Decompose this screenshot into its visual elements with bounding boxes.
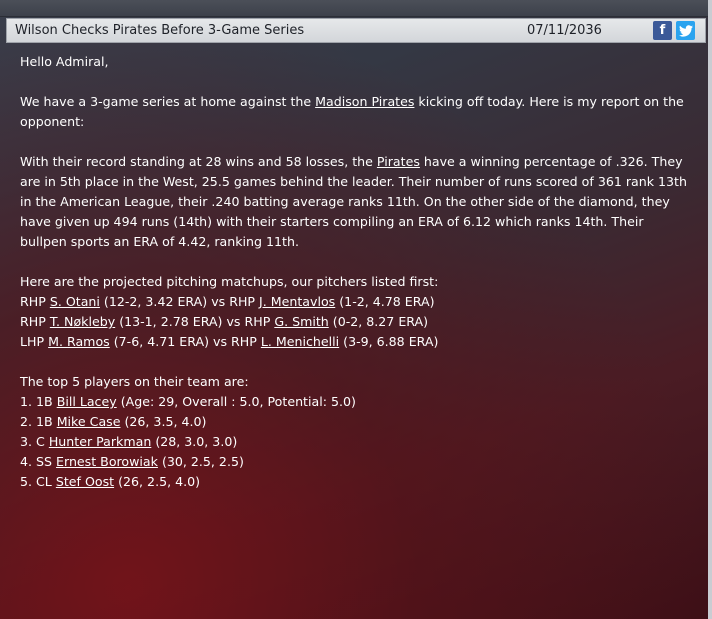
player-rank-position: 5. CL [20, 474, 52, 489]
our-pitcher-hand: LHP [20, 334, 45, 349]
their-pitcher-link[interactable]: L. Menichelli [261, 334, 339, 349]
player-link[interactable]: Ernest Borowiak [56, 454, 158, 469]
top-players-section: The top 5 players on their team are: 1. … [20, 372, 690, 492]
top-players-heading: The top 5 players on their team are: [20, 374, 249, 389]
player-link[interactable]: Stef Oost [56, 474, 114, 489]
our-pitcher-hand: RHP [20, 314, 46, 329]
article-date: 07/11/2036 [527, 23, 602, 38]
greeting: Hello Admiral, [20, 54, 109, 69]
matchups-section: Here are the projected pitching matchups… [20, 272, 690, 352]
article-body: Hello Admiral, We have a 3-game series a… [20, 52, 690, 512]
top-player-row: 3. C Hunter Parkman (28, 3.0, 3.0) [20, 432, 690, 452]
our-pitcher-hand: RHP [20, 294, 46, 309]
their-pitcher-link[interactable]: J. Mentavlos [259, 294, 335, 309]
player-stats: (Age: 29, Overall : 5.0, Potential: 5.0) [120, 394, 356, 409]
their-pitcher-stats: (1-2, 4.78 ERA) [339, 294, 435, 309]
twitter-share-icon[interactable] [676, 21, 695, 40]
team-link-madison-pirates[interactable]: Madison Pirates [315, 94, 414, 109]
player-rank-position: 3. C [20, 434, 45, 449]
player-link[interactable]: Hunter Parkman [49, 434, 151, 449]
player-rank-position: 1. 1B [20, 394, 53, 409]
top-strip [0, 0, 712, 17]
article-title-bar: Wilson Checks Pirates Before 3-Game Seri… [6, 18, 706, 43]
intro-text-before: We have a 3-game series at home against … [20, 94, 316, 109]
matchup-row: RHP T. Nøkleby (13-1, 2.78 ERA) vs RHP G… [20, 312, 690, 332]
player-stats: (30, 2.5, 2.5) [161, 454, 244, 469]
our-pitcher-stats: (13-1, 2.78 ERA) vs RHP [119, 314, 271, 329]
our-pitcher-stats: (7-6, 4.71 ERA) vs RHP [113, 334, 257, 349]
their-pitcher-link[interactable]: G. Smith [274, 314, 328, 329]
player-stats: (28, 3.0, 3.0) [155, 434, 238, 449]
their-pitcher-stats: (0-2, 8.27 ERA) [332, 314, 429, 329]
matchup-row: RHP S. Otani (12-2, 3.42 ERA) vs RHP J. … [20, 292, 690, 312]
facebook-share-icon[interactable]: f [653, 21, 672, 40]
player-link[interactable]: Mike Case [57, 414, 121, 429]
team-link-pirates[interactable]: Pirates [377, 154, 420, 169]
our-pitcher-link[interactable]: S. Otani [50, 294, 100, 309]
news-panel-background: Wilson Checks Pirates Before 3-Game Seri… [0, 0, 712, 619]
their-pitcher-stats: (3-9, 6.88 ERA) [343, 334, 439, 349]
our-pitcher-link[interactable]: M. Ramos [48, 334, 110, 349]
summary-text-before: With their record standing at 28 wins an… [20, 154, 377, 169]
matchups-heading: Here are the projected pitching matchups… [20, 274, 439, 289]
top-player-row: 1. 1B Bill Lacey (Age: 29, Overall : 5.0… [20, 392, 690, 412]
player-stats: (26, 2.5, 4.0) [118, 474, 201, 489]
our-pitcher-stats: (12-2, 3.42 ERA) vs RHP [103, 294, 256, 309]
summary-paragraph: With their record standing at 28 wins an… [20, 152, 690, 252]
scrollbar-edge[interactable] [708, 0, 712, 619]
player-rank-position: 4. SS [20, 454, 53, 469]
player-rank-position: 2. 1B [20, 414, 53, 429]
twitter-bird-icon [678, 24, 693, 37]
facebook-letter: f [659, 23, 666, 38]
matchup-row: LHP M. Ramos (7-6, 4.71 ERA) vs RHP L. M… [20, 332, 690, 352]
player-link[interactable]: Bill Lacey [57, 394, 117, 409]
our-pitcher-link[interactable]: T. Nøkleby [50, 314, 115, 329]
top-player-row: 5. CL Stef Oost (26, 2.5, 4.0) [20, 472, 690, 492]
article-title: Wilson Checks Pirates Before 3-Game Seri… [15, 23, 305, 38]
top-player-row: 2. 1B Mike Case (26, 3.5, 4.0) [20, 412, 690, 432]
player-stats: (26, 3.5, 4.0) [124, 414, 207, 429]
top-player-row: 4. SS Ernest Borowiak (30, 2.5, 2.5) [20, 452, 690, 472]
intro-paragraph: We have a 3-game series at home against … [20, 92, 690, 132]
